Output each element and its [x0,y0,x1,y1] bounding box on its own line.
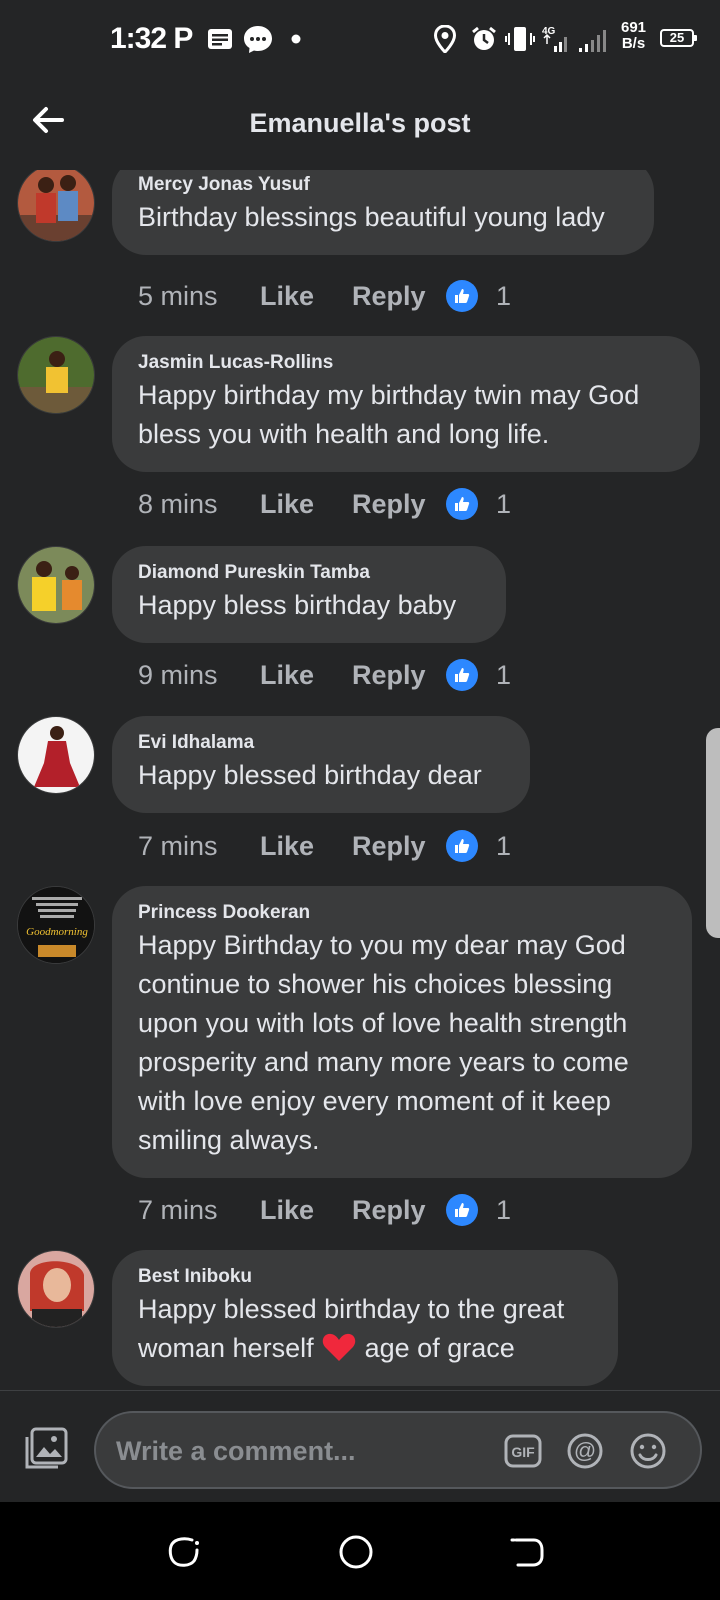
back-nav-icon[interactable] [508,1532,548,1572]
system-nav-bar [0,1502,720,1600]
comment-author[interactable]: Best Iniboku [138,1264,592,1290]
comment-bubble[interactable]: Mercy Jonas Yusuf Birthday blessings bea… [112,170,654,255]
status-bar: 1:32 P 4G 691 B/s 25 [0,0,720,80]
avatar[interactable] [17,1250,95,1328]
comment-composer: GIF @ [0,1390,720,1503]
reaction-count: 1 [496,280,512,311]
vibrate-icon [505,24,535,54]
comment-actions: 7 mins Like Reply 1 [138,1190,511,1230]
comment-time: 7 mins [138,1194,218,1225]
comment-author[interactable]: Jasmin Lucas-Rollins [138,350,674,376]
battery-indicator: 25 [660,29,697,47]
comment-actions: 8 mins Like Reply 1 [138,484,511,524]
alarm-icon [470,24,498,54]
status-time: 1:32 P [110,22,193,55]
thumbs-up-icon[interactable] [446,280,478,312]
dot-icon [289,24,303,54]
like-button[interactable]: Like [260,1195,352,1226]
comment-bubble[interactable]: Jasmin Lucas-Rollins Happy birthday my b… [112,336,700,472]
comment-author[interactable]: Princess Dookeran [138,900,666,926]
avatar[interactable] [17,170,95,242]
comment-time: 8 mins [138,488,218,519]
comment-actions: 7 mins Like Reply 1 [138,826,511,866]
like-button[interactable]: Like [260,489,352,520]
avatar[interactable] [17,716,95,794]
avatar[interactable] [17,546,95,624]
avatar[interactable]: Goodmorning [17,886,95,964]
comment-time: 9 mins [138,659,218,690]
comment-author[interactable]: Mercy Jonas Yusuf [138,172,628,198]
reply-button[interactable]: Reply [352,281,446,312]
recents-icon[interactable] [164,1532,204,1572]
gif-button[interactable]: GIF [504,1432,542,1470]
comment-time: 5 mins [138,280,218,311]
comment-input[interactable] [114,1427,478,1475]
page-title: Emanuella's post [249,108,471,138]
reply-button[interactable]: Reply [352,1195,446,1226]
reply-button[interactable]: Reply [352,489,446,520]
comment-text: Happy birthday my birthday twin may God … [138,380,640,449]
comment-text: Happy blessed birthday to the great woma… [138,1294,565,1363]
like-button[interactable]: Like [260,660,352,691]
like-button[interactable]: Like [260,281,352,312]
svg-text:Goodmorning: Goodmorning [26,926,88,938]
comment-text: Happy Birthday to you my dear may God co… [138,930,629,1155]
reaction-count: 1 [496,659,512,690]
comment-list[interactable]: Mercy Jonas Yusuf Birthday blessings bea… [0,170,720,1390]
comment-bubble[interactable]: Princess Dookeran Happy Birthday to you … [112,886,692,1178]
reply-button[interactable]: Reply [352,660,446,691]
svg-text:@: @ [574,1438,596,1463]
messenger-icon [241,24,275,54]
mention-button[interactable]: @ [566,1432,604,1470]
comment-bubble[interactable]: Diamond Pureskin Tamba Happy bless birth… [112,546,506,643]
signal-bars-icon [578,24,610,54]
photo-icon[interactable] [24,1427,68,1471]
thumbs-up-icon[interactable] [446,488,478,520]
comment-actions: 9 mins Like Reply 1 [138,655,511,695]
home-icon[interactable] [336,1532,376,1572]
signal-4g-icon: 4G [540,24,570,54]
emoji-icon[interactable] [629,1432,667,1470]
thumbs-up-icon[interactable] [446,1194,478,1226]
comment-author[interactable]: Diamond Pureskin Tamba [138,560,480,586]
comment-text: Happy blessed birthday dear [138,760,482,790]
reaction-count: 1 [496,488,512,519]
svg-text:GIF: GIF [511,1444,535,1460]
comment-actions: 5 mins Like Reply 1 [138,276,511,316]
location-icon [432,24,458,54]
network-speed: 691 B/s [621,19,647,52]
heart-icon [322,1333,356,1361]
scroll-handle[interactable] [706,728,720,938]
svg-text:4G: 4G [542,26,556,37]
reaction-count: 1 [496,1194,512,1225]
comment-text: Happy bless birthday baby [138,590,457,620]
thumbs-up-icon[interactable] [446,830,478,862]
notes-icon [206,24,234,54]
like-button[interactable]: Like [260,831,352,862]
comment-input-container[interactable]: GIF @ [94,1411,702,1489]
reaction-count: 1 [496,830,512,861]
comment-bubble[interactable]: Best Iniboku Happy blessed birthday to t… [112,1250,618,1386]
reply-button[interactable]: Reply [352,831,446,862]
thumbs-up-icon[interactable] [446,659,478,691]
comment-author[interactable]: Evi Idhalama [138,730,504,756]
avatar[interactable] [17,336,95,414]
comment-text: Birthday blessings beautiful young lady [138,202,605,232]
comment-bubble[interactable]: Evi Idhalama Happy blessed birthday dear [112,716,530,813]
post-header: Emanuella's post [0,80,720,170]
comment-time: 7 mins [138,830,218,861]
